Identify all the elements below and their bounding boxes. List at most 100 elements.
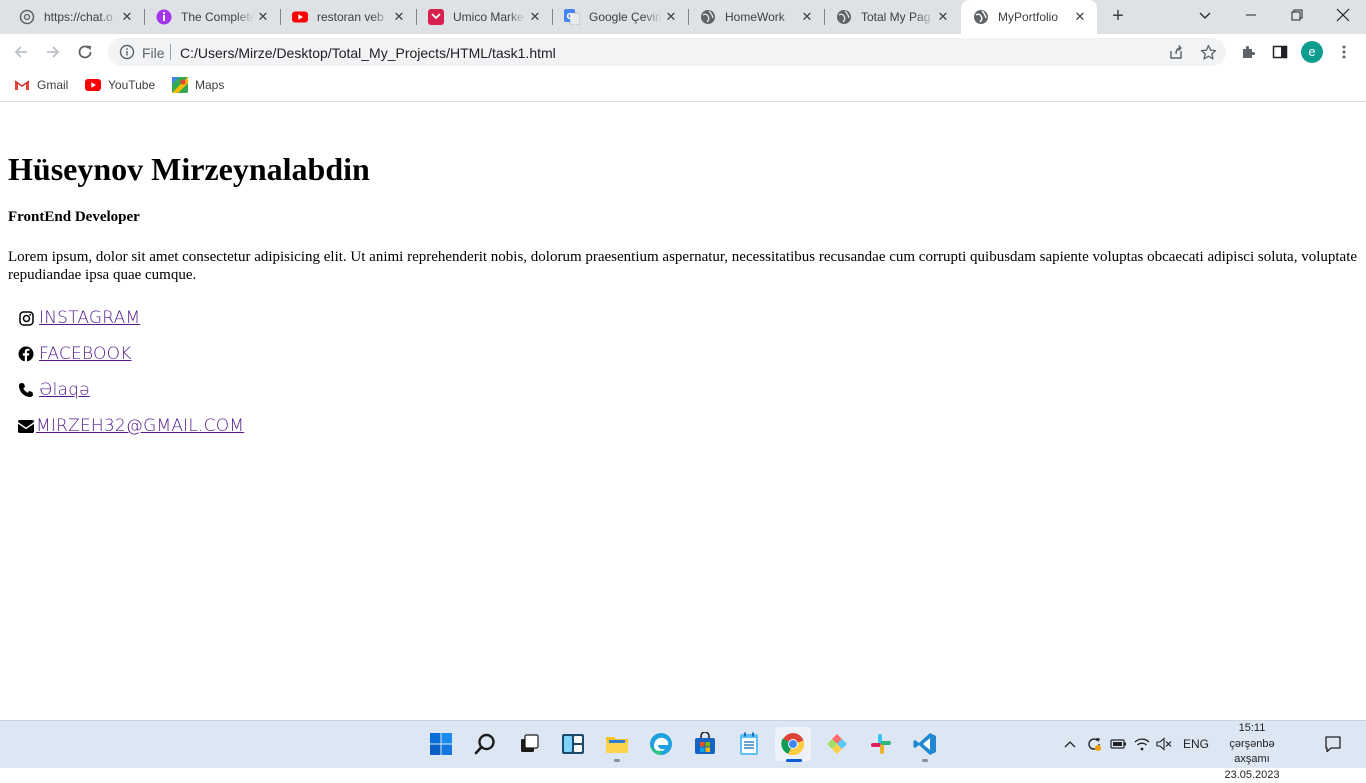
widgets-button[interactable] bbox=[555, 727, 591, 761]
menu-button[interactable] bbox=[1331, 39, 1357, 65]
tab-title: restoran veb bbox=[317, 10, 390, 24]
facebook-link[interactable]: Facebook bbox=[39, 344, 132, 364]
social-item-facebook: Facebook bbox=[18, 343, 132, 365]
globe-icon bbox=[700, 9, 716, 25]
profile-button[interactable]: e bbox=[1299, 39, 1325, 65]
tab-udemy[interactable]: The Complete ✕ bbox=[144, 0, 280, 34]
close-icon[interactable]: ✕ bbox=[934, 8, 952, 26]
contact-link[interactable]: Əlaqə bbox=[39, 380, 90, 400]
bio-paragraph: Lorem ipsum, dolor sit amet consectetur … bbox=[8, 248, 1358, 284]
volume-muted-icon bbox=[1156, 737, 1172, 751]
vscode-icon bbox=[913, 732, 937, 756]
share-icon bbox=[1168, 44, 1184, 60]
umico-icon bbox=[428, 9, 444, 25]
battery-icon bbox=[1110, 738, 1127, 750]
volume-tray-icon[interactable] bbox=[1155, 735, 1173, 753]
restore-button[interactable] bbox=[1274, 0, 1320, 30]
reload-button[interactable] bbox=[72, 39, 98, 65]
bookmark-label: Maps bbox=[195, 78, 224, 92]
google-translate-icon: G bbox=[564, 9, 580, 25]
tab-chatgpt[interactable]: https://chat.o ✕ bbox=[0, 0, 144, 34]
sync-tray-icon[interactable] bbox=[1085, 735, 1103, 753]
active-app-indicator bbox=[786, 759, 802, 762]
task-view-button[interactable] bbox=[511, 727, 547, 761]
reload-icon bbox=[76, 43, 94, 61]
battery-tray-icon[interactable] bbox=[1109, 735, 1127, 753]
arrow-left-icon bbox=[12, 43, 30, 61]
kebab-menu-icon bbox=[1342, 44, 1346, 60]
chrome-icon bbox=[781, 732, 805, 756]
extensions-button[interactable] bbox=[1235, 39, 1261, 65]
windows-logo-icon bbox=[429, 732, 453, 756]
taskbar-search-button[interactable] bbox=[467, 727, 503, 761]
page-title: Hüseynov Mirzeynalabdin bbox=[8, 151, 370, 188]
input-language[interactable]: ENG bbox=[1181, 735, 1211, 753]
new-tab-button[interactable]: + bbox=[1106, 6, 1130, 28]
start-button[interactable] bbox=[423, 727, 459, 761]
close-icon[interactable]: ✕ bbox=[390, 8, 408, 26]
clock-date: 23.05.2023 bbox=[1212, 768, 1292, 783]
notification-icon bbox=[1324, 735, 1342, 753]
wifi-tray-icon[interactable] bbox=[1133, 735, 1151, 753]
close-icon[interactable]: ✕ bbox=[798, 8, 816, 26]
social-item-contact: Əlaqə bbox=[18, 379, 90, 401]
share-button[interactable] bbox=[1163, 39, 1189, 65]
svg-text:G: G bbox=[567, 12, 574, 21]
close-icon[interactable]: ✕ bbox=[526, 8, 544, 26]
bookmark-gmail[interactable]: Gmail bbox=[14, 76, 68, 94]
close-icon[interactable]: ✕ bbox=[662, 8, 680, 26]
back-button[interactable] bbox=[8, 39, 34, 65]
envelope-icon bbox=[18, 418, 34, 434]
minimize-icon bbox=[1245, 9, 1257, 21]
instagram-link[interactable]: Instagram bbox=[39, 308, 140, 328]
folder-icon bbox=[605, 733, 629, 755]
tab-youtube[interactable]: restoran veb ✕ bbox=[280, 0, 416, 34]
forward-button[interactable] bbox=[40, 39, 66, 65]
phone-icon bbox=[18, 382, 34, 398]
tab-title: The Complete bbox=[181, 10, 254, 24]
chrome-button[interactable] bbox=[775, 727, 811, 761]
edge-icon bbox=[649, 732, 673, 756]
edge-button[interactable] bbox=[643, 727, 679, 761]
vscode-button[interactable] bbox=[907, 727, 943, 761]
slack-button[interactable] bbox=[863, 727, 899, 761]
taskbar-clock[interactable]: 15:11 çərşənbə axşamı 23.05.2023 bbox=[1212, 721, 1292, 783]
minimize-button[interactable] bbox=[1228, 0, 1274, 30]
tab-google-translate[interactable]: G Google Çeviri ✕ bbox=[552, 0, 688, 34]
gitkraken-icon bbox=[825, 732, 849, 756]
bookmark-maps[interactable]: Maps bbox=[172, 76, 224, 94]
youtube-icon bbox=[292, 9, 308, 25]
tab-title: Google Çeviri bbox=[589, 10, 662, 24]
info-icon[interactable] bbox=[119, 44, 135, 60]
bookmark-star-button[interactable] bbox=[1195, 39, 1221, 65]
page-viewport: Hüseynov Mirzeynalabdin FrontEnd Develop… bbox=[0, 103, 1366, 720]
tab-title: MyPortfolio bbox=[998, 10, 1071, 24]
tab-total-my-pages[interactable]: Total My Pag ✕ bbox=[824, 0, 960, 34]
youtube-icon bbox=[85, 77, 101, 93]
close-icon bbox=[1336, 8, 1350, 22]
file-explorer-button[interactable] bbox=[599, 727, 635, 761]
show-hidden-icons-button[interactable] bbox=[1061, 735, 1079, 753]
url-text[interactable]: C:/Users/Mirze/Desktop/Total_My_Projects… bbox=[180, 45, 556, 61]
side-panel-button[interactable] bbox=[1267, 39, 1293, 65]
email-link[interactable]: mirzeh32@gmail.com bbox=[36, 416, 244, 436]
tab-myportfolio[interactable]: MyPortfolio ✕ bbox=[961, 0, 1097, 34]
close-icon[interactable]: ✕ bbox=[118, 8, 136, 26]
bookmark-youtube[interactable]: YouTube bbox=[85, 76, 155, 94]
close-window-button[interactable] bbox=[1320, 0, 1366, 30]
globe-icon bbox=[973, 9, 989, 25]
notification-center-button[interactable] bbox=[1323, 735, 1343, 753]
close-icon[interactable]: ✕ bbox=[1071, 8, 1089, 26]
tab-search-button[interactable] bbox=[1182, 0, 1228, 30]
microsoft-store-button[interactable] bbox=[687, 727, 723, 761]
close-icon[interactable]: ✕ bbox=[254, 8, 272, 26]
notepad-button[interactable] bbox=[731, 727, 767, 761]
job-title: FrontEnd Developer bbox=[8, 209, 140, 226]
tab-homework[interactable]: HomeWork ✕ bbox=[688, 0, 824, 34]
running-indicator bbox=[614, 759, 620, 762]
tab-umico[interactable]: Umico Marke ✕ bbox=[416, 0, 552, 34]
git-app-button[interactable] bbox=[819, 727, 855, 761]
globe-icon bbox=[836, 9, 852, 25]
slack-icon bbox=[870, 733, 892, 755]
tab-title: HomeWork bbox=[725, 10, 798, 24]
